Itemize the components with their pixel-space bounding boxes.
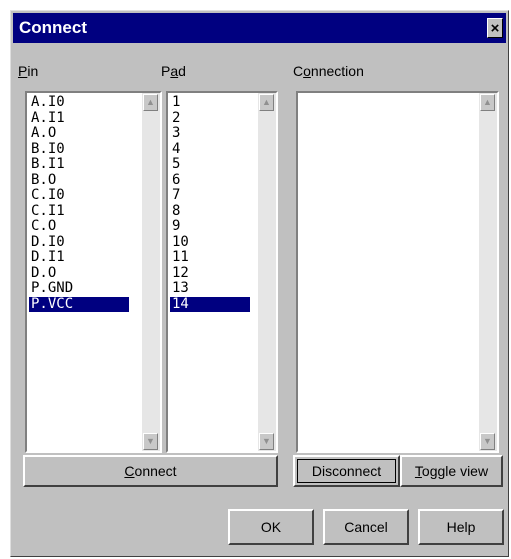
pin-list-item[interactable]: P.GND [29, 280, 129, 297]
connection-scrollbar[interactable]: ▲ ▼ [479, 93, 497, 451]
pad-list-item[interactable]: 9 [170, 218, 250, 235]
pin-list-item[interactable]: D.O [29, 265, 129, 282]
pad-list-item[interactable]: 8 [170, 203, 250, 220]
pad-list-item[interactable]: 10 [170, 234, 250, 251]
pin-list-item[interactable]: A.I1 [29, 110, 129, 127]
pin-listbox[interactable]: A.I0 A.I1 A.O B.I0 B.I1 B.O C.I0 C.I1 C.O D.I0 D.I… [25, 91, 162, 453]
pad-list-item[interactable]: 6 [170, 172, 250, 189]
pin-list-item[interactable]: B.I0 [29, 141, 129, 158]
arrow-down-icon[interactable]: ▼ [259, 433, 274, 450]
cancel-button[interactable]: Cancel [323, 509, 409, 545]
title-bar[interactable]: Connect × [13, 13, 506, 43]
arrow-up-icon[interactable]: ▲ [259, 94, 274, 111]
pin-label: Pin [18, 63, 39, 79]
arrow-up-icon[interactable]: ▲ [143, 94, 158, 111]
window-title: Connect [19, 18, 87, 37]
pin-list-item[interactable]: B.I1 [29, 156, 129, 173]
pin-list-item[interactable]: C.O [29, 218, 129, 235]
toggle-view-button-label: Toggle view [414, 463, 489, 479]
connection-label: Connection [293, 63, 364, 79]
pad-listbox[interactable]: 1 2 3 4 5 6 7 8 9 10 11 12 13 14 ▲ ▼ [166, 91, 278, 453]
pin-scrollbar[interactable]: ▲ ▼ [142, 93, 160, 451]
pin-list-item[interactable]: D.I1 [29, 249, 129, 266]
connect-button-label: Connect [124, 463, 177, 479]
pad-list-item[interactable]: 11 [170, 249, 250, 266]
help-button[interactable]: Help [418, 509, 504, 545]
pin-list-item[interactable]: C.I1 [29, 203, 129, 220]
pin-list-item[interactable]: P.VCC [29, 296, 129, 312]
pin-list-item[interactable]: B.O [29, 172, 129, 189]
pin-list-item[interactable]: C.I0 [29, 187, 129, 204]
pad-list-items: 1 2 3 4 5 6 7 8 9 10 11 12 13 14 [170, 94, 250, 312]
pad-list-item[interactable]: 12 [170, 265, 250, 282]
pad-list-item[interactable]: 4 [170, 141, 250, 158]
close-icon[interactable]: × [487, 18, 503, 38]
connect-dialog: Connect × Pin Pad Connection A.I0 A.I1 A.O… [10, 10, 509, 557]
pad-list-item[interactable]: 5 [170, 156, 250, 173]
pin-list-item[interactable]: A.O [29, 125, 129, 142]
pad-list-item[interactable]: 3 [170, 125, 250, 142]
ok-button[interactable]: OK [228, 509, 314, 545]
pad-list-item[interactable]: 14 [170, 296, 250, 312]
arrow-down-icon[interactable]: ▼ [480, 433, 495, 450]
pad-list-item[interactable]: 1 [170, 94, 250, 111]
pad-label: Pad [161, 63, 186, 79]
toggle-view-button[interactable]: Toggle view [400, 455, 503, 487]
arrow-down-icon[interactable]: ▼ [143, 433, 158, 450]
connect-button[interactable]: Connect [23, 455, 278, 487]
pad-scrollbar[interactable]: ▲ ▼ [258, 93, 276, 451]
pin-list-item[interactable]: D.I0 [29, 234, 129, 251]
pin-list-item[interactable]: A.I0 [29, 94, 129, 111]
pad-list-item[interactable]: 7 [170, 187, 250, 204]
arrow-up-icon[interactable]: ▲ [480, 94, 495, 111]
pin-list-items: A.I0 A.I1 A.O B.I0 B.I1 B.O C.I0 C.I1 C.O D.I0 D.I… [29, 94, 129, 312]
connection-listbox[interactable]: ▲ ▼ [296, 91, 499, 453]
pad-list-item[interactable]: 2 [170, 110, 250, 127]
pad-list-item[interactable]: 13 [170, 280, 250, 297]
disconnect-button[interactable]: Disconnect [293, 455, 400, 487]
